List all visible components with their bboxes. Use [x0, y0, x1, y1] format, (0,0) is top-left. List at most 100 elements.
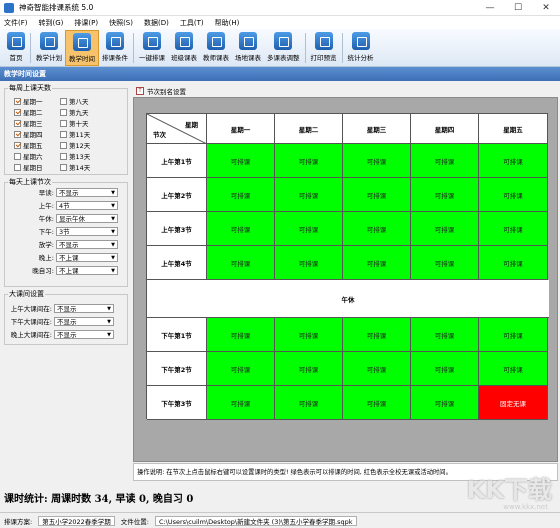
- checkbox-box[interactable]: [60, 119, 67, 127]
- day-checkbox-10[interactable]: 星期六: [14, 151, 43, 161]
- available-slot[interactable]: 可排课: [479, 178, 548, 212]
- toolbar-button-5[interactable]: 班级课表: [168, 30, 200, 66]
- day-checkbox-9[interactable]: 第12天: [60, 140, 90, 150]
- available-slot[interactable]: 可排课: [343, 144, 411, 178]
- day-checkbox-11[interactable]: 第13天: [60, 151, 90, 161]
- available-slot[interactable]: 可排课: [207, 246, 275, 280]
- day-checkbox-8[interactable]: 星期五: [14, 140, 43, 150]
- day-checkbox-3[interactable]: 第九天: [60, 107, 89, 117]
- checkbox-box[interactable]: [14, 108, 21, 116]
- available-slot[interactable]: 可排课: [275, 144, 343, 178]
- day-checkbox-2[interactable]: 星期二: [14, 107, 43, 117]
- menu-item-1[interactable]: 转到(G): [39, 18, 64, 28]
- toolbar-button-6[interactable]: 教师课表: [200, 30, 232, 66]
- break-select-2[interactable]: 不显示 ▼: [54, 329, 114, 339]
- available-slot[interactable]: 可排课: [479, 318, 548, 352]
- checkbox-box[interactable]: [14, 97, 21, 105]
- available-slot[interactable]: 可排课: [275, 212, 343, 246]
- available-slot[interactable]: 可排课: [275, 386, 343, 420]
- period-select-4[interactable]: 不显示 ▼: [56, 239, 118, 249]
- toolbar-button-4[interactable]: 一键排课: [136, 30, 168, 66]
- menu-item-0[interactable]: 文件(F): [4, 18, 28, 28]
- checkbox-box[interactable]: [14, 141, 21, 149]
- available-slot[interactable]: 可排课: [411, 386, 479, 420]
- break-select-1[interactable]: 不显示 ▼: [54, 316, 114, 326]
- period-select-6[interactable]: 不上课 ▼: [56, 265, 118, 275]
- checkbox-box[interactable]: [14, 130, 21, 138]
- day-checkbox-0[interactable]: 星期一: [14, 96, 43, 106]
- checkbox-box[interactable]: [60, 130, 67, 138]
- available-slot[interactable]: 可排课: [207, 386, 275, 420]
- available-slot[interactable]: 可排课: [207, 144, 275, 178]
- available-slot[interactable]: 可排课: [207, 212, 275, 246]
- day-checkbox-4[interactable]: 星期三: [14, 118, 43, 128]
- checkbox-box[interactable]: [14, 119, 21, 127]
- minimize-button[interactable]: —: [476, 0, 504, 16]
- menu-item-5[interactable]: 工具(T): [180, 18, 204, 28]
- day-checkbox-6[interactable]: 星期四: [14, 129, 43, 139]
- day-checkbox-1[interactable]: 第八天: [60, 96, 89, 106]
- available-slot[interactable]: 可排课: [207, 178, 275, 212]
- available-slot[interactable]: 可排课: [343, 386, 411, 420]
- day-checkbox-7[interactable]: 第11天: [60, 129, 90, 139]
- period-select-1[interactable]: 4节 ▼: [56, 200, 118, 210]
- maximize-button[interactable]: ☐: [504, 0, 532, 16]
- toolbar-button-0[interactable]: 首页: [4, 30, 28, 66]
- checkbox-box[interactable]: [60, 141, 67, 149]
- available-slot[interactable]: 可排课: [479, 212, 548, 246]
- checkbox-box[interactable]: [60, 163, 67, 171]
- available-slot[interactable]: 可排课: [411, 318, 479, 352]
- available-slot[interactable]: 可排课: [479, 144, 548, 178]
- day-checkbox-12[interactable]: 星期日: [14, 162, 43, 172]
- day-checkbox-13[interactable]: 第14天: [60, 162, 90, 172]
- menu-item-3[interactable]: 快照(S): [109, 18, 133, 28]
- break-select-0[interactable]: 不显示 ▼: [54, 303, 114, 313]
- period-select-value: 不上课: [59, 267, 79, 275]
- available-slot[interactable]: 可排课: [479, 246, 548, 280]
- available-slot[interactable]: 可排课: [275, 246, 343, 280]
- plan-value: 第五小学2022春季学期: [38, 515, 115, 526]
- stats-summary: 课时统计: 周课时数 34, 早读 0, 晚自习 0: [4, 494, 194, 505]
- day-checkbox-5[interactable]: 第十天: [60, 118, 89, 128]
- checkbox-box[interactable]: [14, 152, 21, 160]
- available-slot[interactable]: 可排课: [343, 352, 411, 386]
- available-slot[interactable]: 可排课: [275, 178, 343, 212]
- timetable-area: 星期 节次 星期一 星期二 星期三 星期四 星期五 上午第1节 可排课 可排课 可排课 可排课 可排课上…: [133, 97, 558, 462]
- available-slot[interactable]: 可排课: [343, 318, 411, 352]
- available-slot[interactable]: 可排课: [207, 352, 275, 386]
- close-button[interactable]: ✕: [532, 0, 560, 16]
- checkbox-box[interactable]: [60, 97, 67, 105]
- available-slot[interactable]: 可排课: [411, 144, 479, 178]
- available-slot[interactable]: 可排课: [411, 246, 479, 280]
- available-slot[interactable]: 可排课: [411, 212, 479, 246]
- toolbar-button-3[interactable]: 排课条件: [99, 30, 131, 66]
- period-select-3[interactable]: 3节 ▼: [56, 226, 118, 236]
- tab-period-alias[interactable]: 节次别名设置: [147, 86, 186, 96]
- toolbar-button-2[interactable]: 教学时间: [65, 30, 99, 66]
- available-slot[interactable]: 可排课: [411, 178, 479, 212]
- available-slot[interactable]: 可排课: [343, 178, 411, 212]
- toolbar-button-1[interactable]: 教学计划: [33, 30, 65, 66]
- blocked-slot[interactable]: 固定无课: [479, 386, 548, 420]
- menu-item-2[interactable]: 排课(P): [74, 18, 98, 28]
- available-slot[interactable]: 可排课: [343, 212, 411, 246]
- menu-item-6[interactable]: 帮助(H): [215, 18, 240, 28]
- period-select-0[interactable]: 不显示 ▼: [56, 187, 118, 197]
- available-slot[interactable]: 可排课: [343, 246, 411, 280]
- checkbox-box[interactable]: [60, 152, 67, 160]
- toolbar-button-10[interactable]: 统计分析: [345, 30, 377, 66]
- available-slot[interactable]: 可排课: [411, 352, 479, 386]
- available-slot[interactable]: 可排课: [275, 318, 343, 352]
- toolbar-button-8[interactable]: 多课表调整: [264, 30, 303, 66]
- toolbar-button-7[interactable]: 场地课表: [232, 30, 264, 66]
- title-bar: 神奇智能排课系统 5.0 — ☐ ✕: [0, 0, 560, 16]
- available-slot[interactable]: 可排课: [275, 352, 343, 386]
- toolbar-button-9[interactable]: 打印预览: [308, 30, 340, 66]
- checkbox-box[interactable]: [14, 163, 21, 171]
- available-slot[interactable]: 可排课: [479, 352, 548, 386]
- period-select-2[interactable]: 显示午休 ▼: [56, 213, 118, 223]
- checkbox-box[interactable]: [60, 108, 67, 116]
- available-slot[interactable]: 可排课: [207, 318, 275, 352]
- menu-item-4[interactable]: 数据(D): [144, 18, 169, 28]
- period-select-5[interactable]: 不上课 ▼: [56, 252, 118, 262]
